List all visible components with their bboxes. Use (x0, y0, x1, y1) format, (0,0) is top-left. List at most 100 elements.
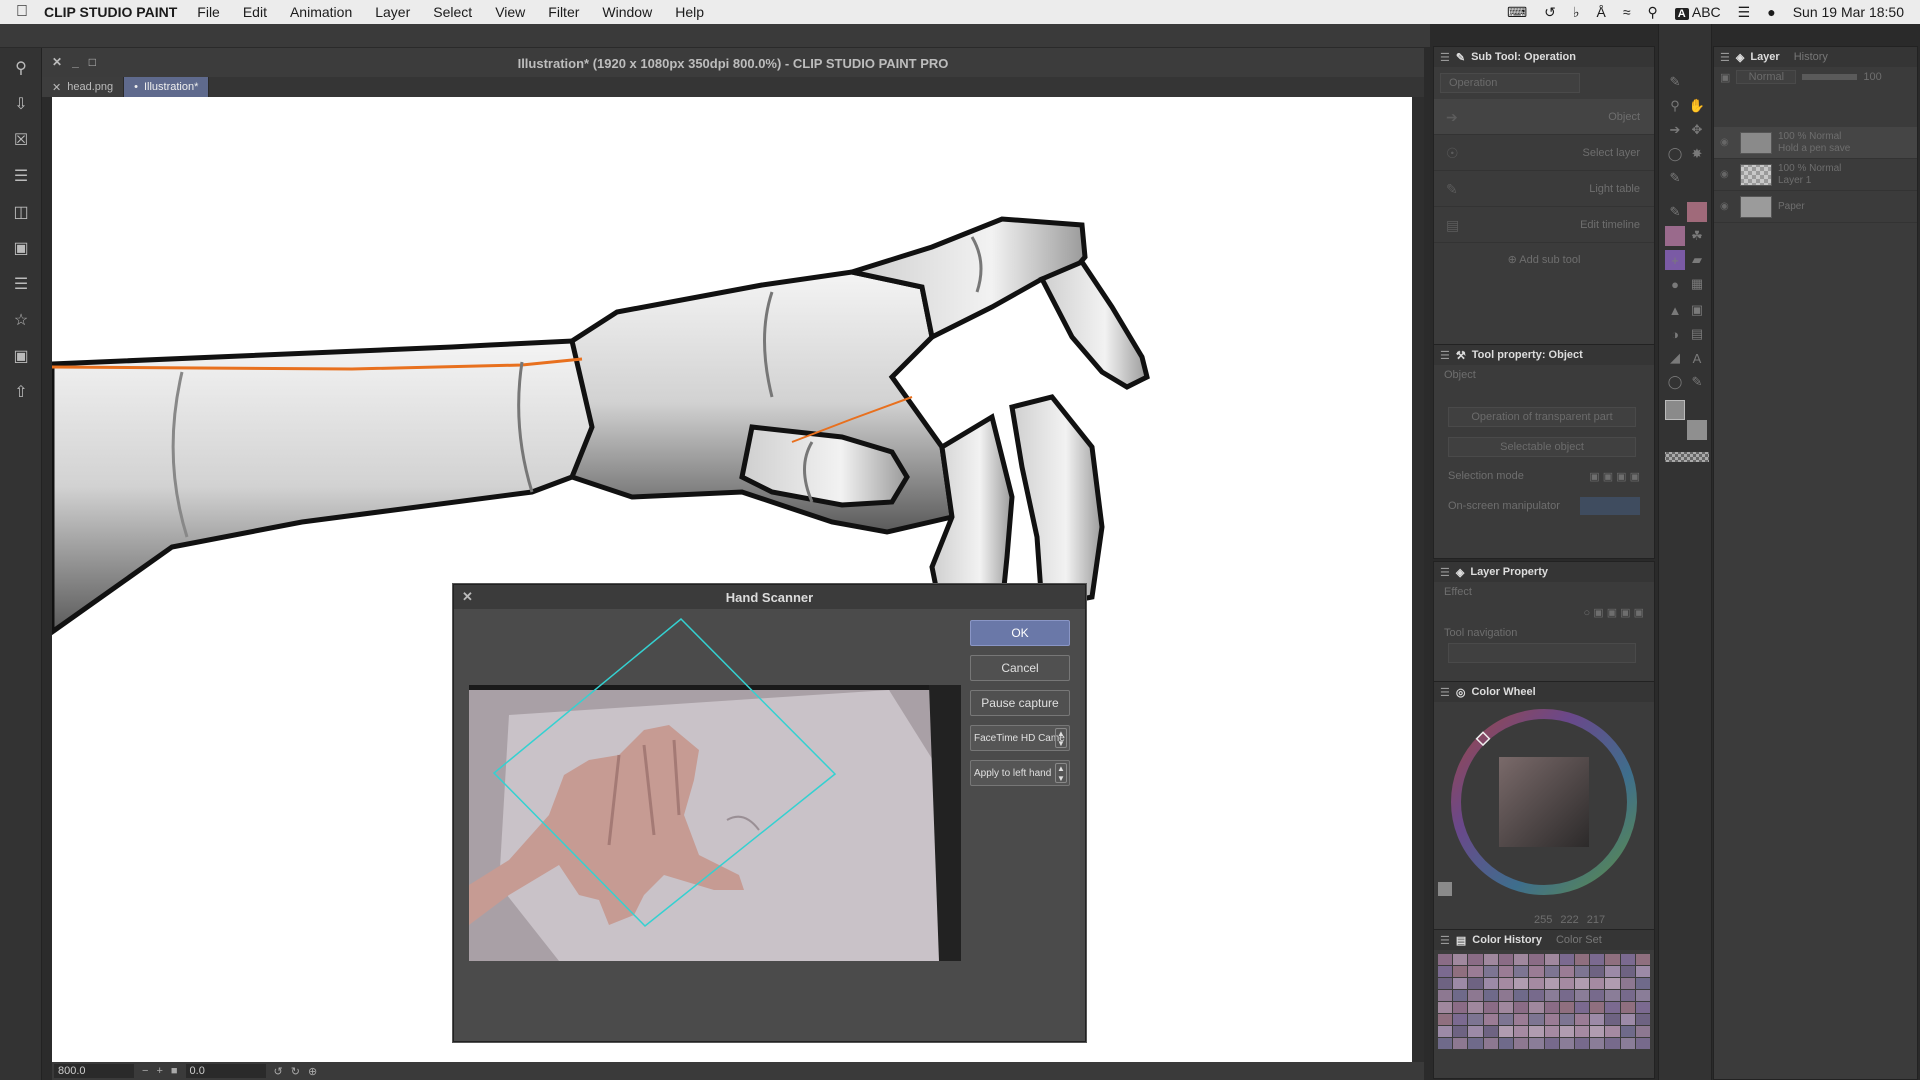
airbrush-icon[interactable] (1665, 226, 1685, 246)
layer-panel-title[interactable]: Layer (1750, 51, 1779, 63)
color-swatch[interactable] (1574, 966, 1590, 977)
app-name-menu[interactable]: CLIP STUDIO PAINT (44, 4, 177, 20)
close-icon[interactable]: ✕ (462, 589, 473, 605)
menu-animation[interactable]: Animation (290, 4, 352, 20)
camera-select[interactable]: FaceTime HD Came ▲ ▼ (970, 725, 1070, 751)
eye-icon[interactable]: ◉ (1720, 169, 1734, 180)
color-swatch[interactable] (1453, 966, 1468, 977)
color-swatch[interactable] (1498, 954, 1514, 965)
rotation-value[interactable]: 0.0 (185, 1064, 266, 1078)
color-swatch[interactable] (1590, 978, 1605, 989)
color-swatch[interactable] (1590, 990, 1605, 1001)
color-swatch[interactable] (1544, 990, 1559, 1001)
color-swatch[interactable] (1574, 990, 1590, 1001)
color-swatch[interactable] (1559, 990, 1574, 1001)
search-icon[interactable]: ⚲ (1648, 4, 1658, 21)
panel-menu-icon[interactable]: ☰ (1440, 934, 1450, 947)
pen-icon[interactable]: ✎ (1665, 72, 1685, 92)
decoration-icon[interactable]: ☘ (1687, 226, 1707, 246)
panel-menu-icon[interactable]: ☰ (1440, 686, 1450, 699)
color-swatch[interactable] (1620, 978, 1635, 989)
subtool-select-layer[interactable]: ☉ Select layer (1434, 135, 1654, 171)
transparent-color-swatch[interactable] (1665, 452, 1709, 462)
move-icon[interactable]: ✥ (1687, 120, 1707, 140)
cancel-button[interactable]: Cancel (970, 655, 1070, 681)
tab-illustration[interactable]: • Illustration* (124, 77, 210, 97)
effect-icons[interactable]: ○ ▣ ▣ ▣ ▣ (1434, 602, 1654, 623)
color-swatch[interactable] (1605, 978, 1620, 989)
selectable-object-select[interactable]: Selectable object (1448, 437, 1636, 457)
color-swatch[interactable] (1605, 1014, 1620, 1025)
layer-row[interactable]: ◉ 100 % Normal Hold a pen save (1714, 127, 1917, 159)
star-icon[interactable]: ☆ (7, 306, 35, 334)
color-swatch[interactable] (1514, 1002, 1529, 1013)
tab-head-png[interactable]: ✕ head.png (42, 77, 125, 97)
color-history-title[interactable]: Color History (1472, 934, 1542, 946)
zoom-out-icon[interactable]: − (142, 1065, 148, 1077)
fill-icon[interactable]: ▲ (1665, 300, 1685, 320)
color-swatch[interactable] (1498, 1002, 1514, 1013)
color-swatch[interactable] (1468, 1014, 1483, 1025)
color-swatch[interactable] (1498, 1026, 1514, 1037)
color-swatch[interactable] (1559, 1002, 1574, 1013)
color-swatch[interactable] (1514, 1014, 1529, 1025)
color-set-tab[interactable]: Color Set (1556, 934, 1602, 946)
color-swatch[interactable] (1590, 1014, 1605, 1025)
color-swatch[interactable] (1544, 966, 1559, 977)
onscreen-toggle[interactable] (1580, 497, 1640, 515)
color-swatch[interactable] (1620, 1038, 1635, 1049)
menu-file[interactable]: File (197, 4, 220, 20)
color-swatch[interactable] (1590, 1038, 1605, 1049)
color-swatch[interactable] (1635, 990, 1650, 1001)
folder-icon[interactable]: ◫ (7, 198, 35, 226)
auto-select-icon[interactable]: ✸ (1687, 144, 1707, 164)
color-swatch[interactable] (1590, 966, 1605, 977)
color-swatch[interactable] (1453, 990, 1468, 1001)
color-swatch[interactable] (1574, 1014, 1590, 1025)
layer-mask-icon[interactable]: ▣ (1720, 71, 1730, 84)
color-swatch[interactable] (1468, 954, 1483, 965)
menu-window[interactable]: Window (602, 4, 652, 20)
color-swatch[interactable] (1483, 1026, 1498, 1037)
control-center-icon[interactable]: ☰ (1738, 4, 1751, 21)
color-swatch[interactable] (1559, 966, 1574, 977)
tool-navigation-field[interactable] (1448, 643, 1636, 663)
menu-filter[interactable]: Filter (548, 4, 579, 20)
color-swatch[interactable] (1498, 990, 1514, 1001)
camera-icon-2[interactable]: ▣ (7, 342, 35, 370)
color-swatch[interactable] (1453, 978, 1468, 989)
color-swatch[interactable] (1514, 954, 1529, 965)
figure-icon[interactable]: ◑ (1665, 324, 1685, 344)
color-swatch[interactable] (1514, 1026, 1529, 1037)
opacity-slider[interactable] (1802, 74, 1858, 80)
color-swatch[interactable] (1514, 966, 1529, 977)
color-swatch[interactable] (1620, 1002, 1635, 1013)
menu-select[interactable]: Select (433, 4, 472, 20)
color-swatch[interactable] (1590, 1026, 1605, 1037)
color-swatch[interactable] (1574, 1002, 1590, 1013)
layer-row[interactable]: ◉ 100 % Normal Layer 1 (1714, 159, 1917, 191)
pencil-icon[interactable]: ✎ (1665, 202, 1685, 222)
color-swatch[interactable] (1529, 966, 1544, 977)
color-swatch[interactable] (1559, 954, 1574, 965)
color-swatch[interactable] (1529, 1026, 1544, 1037)
color-swatch[interactable] (1590, 954, 1605, 965)
text-icon[interactable]: A (1687, 348, 1707, 368)
color-swatch[interactable] (1544, 978, 1559, 989)
ok-button[interactable]: OK (970, 620, 1070, 646)
eraser-icon[interactable]: ▰ (1687, 250, 1707, 270)
subtool-edit-timeline[interactable]: ▤ Edit timeline (1434, 207, 1654, 243)
color-swatch[interactable] (1529, 1002, 1544, 1013)
zoom-in-icon[interactable]: + (156, 1065, 162, 1077)
apply-hand-select[interactable]: Apply to left hand ▲ ▼ (970, 760, 1070, 786)
color-swatch[interactable] (1468, 990, 1483, 1001)
fit-icon[interactable]: ■ (171, 1065, 178, 1077)
headphones-icon[interactable]: ♭ (1573, 4, 1580, 21)
color-swatch[interactable] (1544, 1038, 1559, 1049)
color-swatch[interactable] (1574, 954, 1590, 965)
layer-toolbar-icons[interactable] (1714, 87, 1917, 127)
siri-icon[interactable]: ● (1767, 4, 1775, 20)
color-swatch[interactable] (1453, 1026, 1468, 1037)
color-swatch[interactable] (1529, 1014, 1544, 1025)
color-swatch[interactable] (1635, 1038, 1650, 1049)
